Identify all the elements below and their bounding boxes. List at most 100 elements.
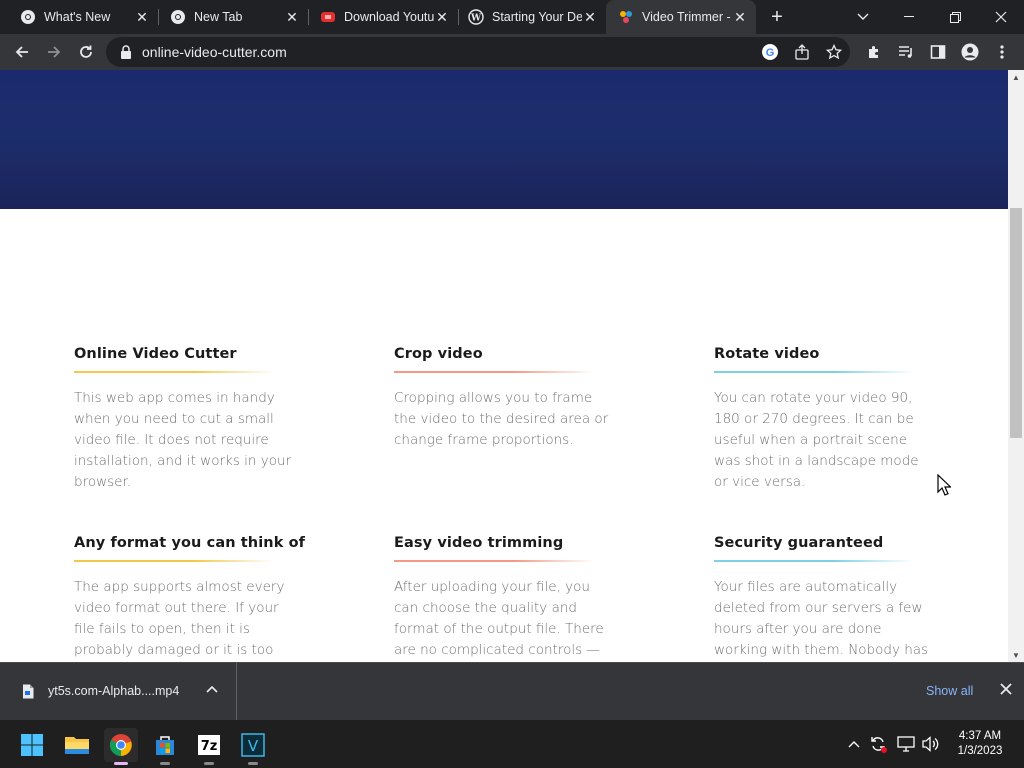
svg-text:G: G (766, 47, 775, 59)
store-icon (156, 736, 174, 755)
minimize-button[interactable] (886, 0, 932, 34)
reload-button[interactable] (74, 40, 98, 64)
download-item[interactable]: yt5s.com-Alphab....mp4 (0, 663, 237, 720)
open-indicator (160, 762, 170, 765)
scroll-down-icon[interactable]: ▼ (1008, 648, 1024, 662)
chevron-down-icon (857, 13, 869, 20)
tab-title: Starting Your De (492, 10, 582, 24)
feature-security: Security guaranteed Your files are autom… (714, 535, 954, 661)
browser-toolbar: online-video-cutter.com G (0, 34, 1024, 70)
restore-icon (949, 11, 961, 23)
feature-text: The app supports almost every video form… (74, 579, 285, 658)
share-icon[interactable] (792, 42, 812, 62)
tab-video-trimmer[interactable]: Video Trimmer - ✕ (606, 0, 756, 34)
page-scrollbar[interactable]: ▲ ▼ (1008, 70, 1024, 662)
arrow-right-icon (48, 46, 61, 58)
mouse-pointer-icon (937, 474, 951, 496)
feature-underline (394, 371, 594, 373)
feature-title: Any format you can think of (74, 535, 306, 551)
profile-button[interactable] (958, 40, 982, 64)
feature-underline (74, 560, 274, 562)
close-window-button[interactable] (978, 0, 1024, 34)
show-all-link[interactable]: Show all (926, 684, 973, 698)
feature-text: After uploading your file, you can choos… (394, 579, 604, 658)
close-icon (1000, 683, 1012, 695)
tab-title: New Tab (194, 10, 243, 24)
feature-underline (714, 560, 914, 562)
playlist-icon (899, 46, 912, 58)
feature-underline (74, 371, 274, 373)
tab-new-tab[interactable]: New Tab ✕ (158, 0, 308, 34)
download-file-name[interactable]: yt5s.com-Alphab....mp4 (48, 684, 179, 698)
bookmark-star-icon[interactable] (824, 42, 844, 62)
tab-starting-your-de[interactable]: W Starting Your De ✕ (458, 0, 606, 34)
open-indicator (248, 762, 258, 765)
feature-title: Easy video trimming (394, 535, 564, 551)
system-clock[interactable]: 4:37 AM 1/3/2023 (950, 729, 1010, 759)
close-icon[interactable]: ✕ (582, 9, 598, 25)
volume-icon[interactable] (920, 734, 940, 754)
svg-text:7z: 7z (201, 739, 218, 754)
back-button[interactable] (10, 40, 34, 64)
scroll-up-icon[interactable]: ▲ (1008, 70, 1024, 84)
more-vert-icon (1000, 45, 1004, 59)
folder-icon (65, 737, 89, 754)
feature-title: Security guaranteed (714, 535, 884, 551)
hero-banner (0, 70, 1008, 209)
microsoft-store-button[interactable] (148, 728, 182, 765)
tab-title: What's New (44, 10, 111, 24)
close-icon (995, 11, 1007, 23)
avatar-icon (961, 43, 979, 61)
puzzle-icon (869, 46, 878, 58)
url-text[interactable]: online-video-cutter.com (142, 44, 287, 60)
feature-underline (394, 560, 594, 562)
google-lens-icon[interactable]: G (760, 42, 780, 62)
svg-text:V: V (248, 737, 259, 755)
restore-button[interactable] (932, 0, 978, 34)
close-download-bar-button[interactable] (998, 681, 1014, 697)
feature-title: Rotate video (714, 346, 820, 362)
tab-search-button[interactable] (840, 0, 886, 34)
7zip-icon: 7z (198, 735, 220, 755)
scrollbar-thumb[interactable] (1010, 208, 1022, 438)
svg-text:W: W (470, 14, 482, 24)
feature-title: Crop video (394, 346, 483, 362)
arrow-left-icon (15, 46, 28, 58)
close-icon[interactable]: ✕ (732, 9, 748, 25)
file-explorer-button[interactable] (60, 728, 94, 762)
chrome-icon (109, 734, 132, 756)
close-icon[interactable]: ✕ (134, 9, 150, 25)
feature-text: This web app comes in handy when you nee… (74, 390, 292, 490)
chevron-up-icon[interactable] (205, 683, 219, 697)
feature-crop-video: Crop video Cropping allows you to frame … (394, 346, 634, 451)
feature-text: Your files are automatically deleted fro… (714, 579, 929, 658)
tab-strip: What's New ✕ New Tab ✕ Download Youtu ✕ … (0, 0, 1024, 34)
menu-button[interactable] (990, 40, 1014, 64)
forward-button[interactable] (42, 40, 66, 64)
vegas-button[interactable]: V (236, 728, 270, 765)
chevron-up-icon[interactable] (844, 734, 864, 754)
extensions-button[interactable] (862, 40, 886, 64)
lock-icon[interactable] (120, 45, 132, 59)
tab-whats-new[interactable]: What's New ✕ (0, 0, 158, 34)
side-panel-button[interactable] (926, 40, 950, 64)
reload-icon (80, 45, 92, 58)
sync-icon[interactable] (868, 734, 888, 754)
close-icon[interactable]: ✕ (284, 9, 300, 25)
wordpress-icon: W (468, 9, 484, 25)
tab-title: Video Trimmer - (642, 10, 731, 24)
tab-title: Download Youtu (344, 10, 434, 24)
tab-download-youtube[interactable]: Download Youtu ✕ (308, 0, 458, 34)
feature-rotate-video: Rotate video You can rotate your video 9… (714, 346, 954, 493)
new-tab-button[interactable]: + (766, 6, 788, 28)
chrome-taskbar-button[interactable] (104, 728, 138, 765)
start-button[interactable] (15, 728, 49, 762)
media-control-button[interactable] (894, 40, 918, 64)
file-icon (23, 684, 34, 699)
7zip-button[interactable]: 7z (192, 728, 226, 765)
minimize-icon (904, 16, 914, 17)
feature-title: Online Video Cutter (74, 346, 237, 362)
address-bar[interactable]: online-video-cutter.com G (106, 37, 850, 67)
network-icon[interactable] (896, 734, 916, 754)
close-icon[interactable]: ✕ (434, 9, 450, 25)
